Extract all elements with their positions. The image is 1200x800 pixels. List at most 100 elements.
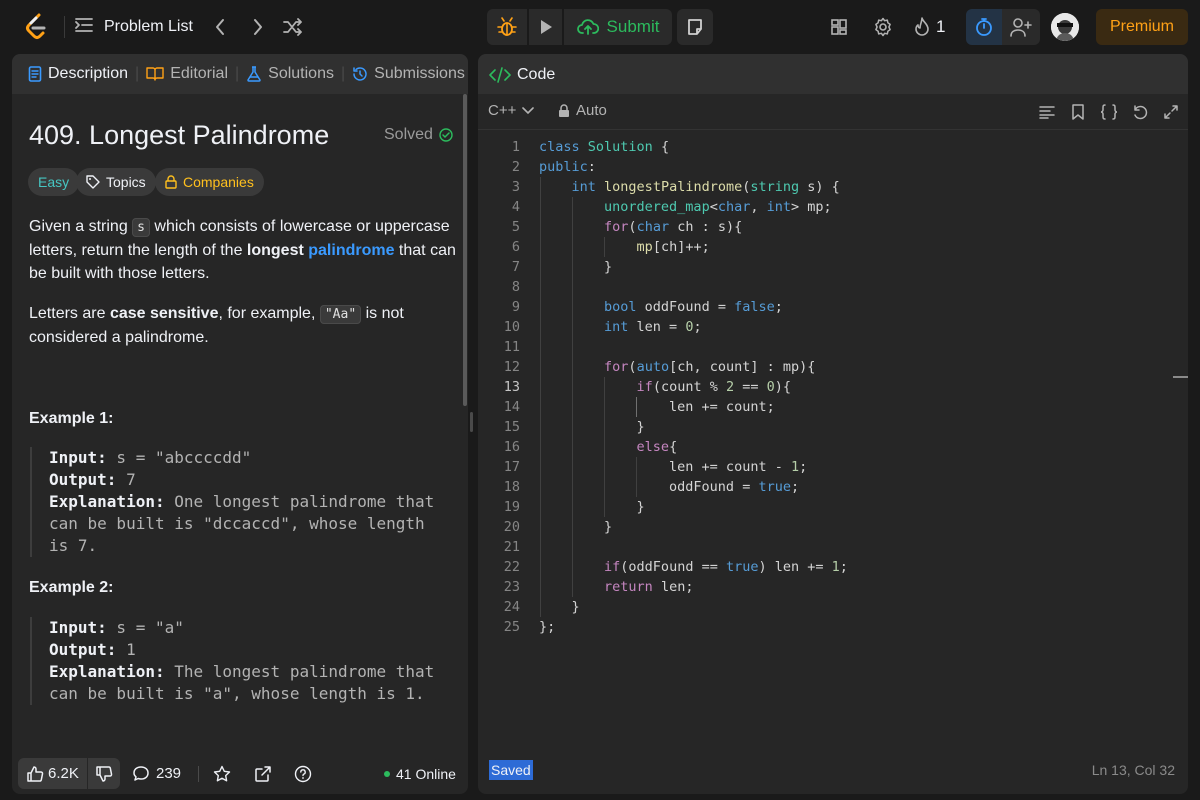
companies-button[interactable]: Companies — [155, 168, 264, 196]
next-problem-button[interactable] — [246, 14, 270, 40]
reset-button[interactable] — [1129, 101, 1151, 123]
line-number: 7 — [511, 259, 520, 275]
share-button[interactable] — [254, 758, 272, 789]
description-panel: Description | Editorial | Solutions | Su… — [12, 54, 468, 794]
description-tabs: Description | Editorial | Solutions | Su… — [12, 54, 468, 94]
code-token: 2 — [725, 379, 735, 395]
thumbs-up-icon — [27, 765, 44, 782]
shuffle-button[interactable] — [280, 14, 306, 40]
code-editor[interactable]: 1 class Solution {2 public: 3 int longestPa… — [478, 137, 1188, 637]
streak-counter[interactable]: 1 — [914, 14, 945, 40]
code-text: unordered_map<char, int> mp; — [539, 197, 832, 217]
code-line[interactable]: 7 } — [478, 257, 1188, 277]
output-value: 7 — [116, 470, 136, 489]
code-line[interactable]: 18 oddFound = true; — [478, 477, 1188, 497]
layout-grid-icon — [831, 19, 847, 35]
code-line[interactable]: 3 int longestPalindrome(string s) { — [478, 177, 1188, 197]
code-line[interactable]: 11 — [478, 337, 1188, 357]
code-line[interactable]: 23 return len; — [478, 577, 1188, 597]
submit-button[interactable]: Submit — [564, 9, 672, 45]
premium-button[interactable]: Premium — [1096, 9, 1188, 45]
problem-list-button[interactable]: Problem List — [74, 14, 193, 40]
prev-problem-button[interactable] — [208, 14, 232, 40]
code-token: longestPalindrome — [604, 179, 743, 195]
example-heading: Example 1: — [29, 410, 114, 427]
line-number: 24 — [503, 599, 520, 615]
line-number: 9 — [511, 299, 520, 315]
layout-button[interactable] — [826, 14, 852, 40]
code-token: if — [604, 559, 621, 575]
code-text: } — [539, 517, 612, 537]
like-button[interactable]: 6.2K — [18, 758, 87, 789]
leetcode-logo[interactable] — [22, 12, 52, 42]
code-line[interactable]: 16 else{ — [478, 437, 1188, 457]
help-circle-icon — [294, 765, 312, 782]
language-select[interactable]: C++ — [488, 102, 535, 119]
comment-icon — [133, 765, 149, 781]
code-token: s) { — [799, 179, 840, 195]
description-scrollbar[interactable] — [463, 94, 467, 406]
code-line[interactable]: 13 if(count % 2 == 0){ — [478, 377, 1188, 397]
notes-button[interactable] — [677, 9, 713, 45]
favorite-button[interactable] — [213, 758, 231, 789]
settings-button[interactable] — [870, 14, 896, 40]
explanation-label: Explanation: — [49, 492, 165, 511]
line-number: 5 — [511, 219, 520, 235]
code-token: len += count - — [539, 459, 791, 475]
code-token: > mp; — [791, 199, 832, 215]
code-line[interactable]: 15 } — [478, 417, 1188, 437]
code-token: len; — [652, 579, 694, 595]
code-token: } — [539, 419, 645, 435]
topics-button[interactable]: Topics — [76, 168, 156, 196]
code-line[interactable]: 17 len += count - 1; — [478, 457, 1188, 477]
auto-mode[interactable]: Auto — [558, 102, 607, 119]
code-text: if(count % 2 == 0){ — [539, 377, 791, 397]
dislike-button[interactable] — [88, 758, 120, 789]
avatar[interactable] — [1051, 13, 1079, 41]
code-line[interactable]: 20 } — [478, 517, 1188, 537]
format-button[interactable] — [1036, 101, 1058, 123]
code-line[interactable]: 24 } — [478, 597, 1188, 617]
code-line[interactable]: 25}; — [478, 617, 1188, 637]
help-button[interactable] — [294, 758, 312, 789]
code-line[interactable]: 6 mp[ch]++; — [478, 237, 1188, 257]
run-button[interactable] — [529, 9, 562, 45]
code-line[interactable]: 4 unordered_map<char, int> mp; — [478, 197, 1188, 217]
code-text: if(oddFound == true) len += 1; — [539, 557, 848, 577]
tab-editorial[interactable]: Editorial — [146, 65, 228, 83]
code-line[interactable]: 9 bool oddFound = false; — [478, 297, 1188, 317]
timer-button[interactable] — [966, 9, 1002, 45]
code-line[interactable]: 21 — [478, 537, 1188, 557]
code-line[interactable]: 8 — [478, 277, 1188, 297]
tab-solutions[interactable]: Solutions — [246, 65, 334, 83]
invite-button[interactable] — [1002, 9, 1040, 45]
code-tab[interactable]: Code — [489, 66, 555, 84]
line-number: 12 — [503, 359, 520, 375]
problem-title: 409. Longest Palindrome — [29, 120, 330, 150]
code-line[interactable]: 1 class Solution { — [478, 137, 1188, 157]
code-line[interactable]: 12 for(auto[ch, count] : mp){ — [478, 357, 1188, 377]
code-line[interactable]: 19 } — [478, 497, 1188, 517]
bookmark-button[interactable] — [1067, 101, 1089, 123]
editor-toolbar: C++ Auto — [478, 94, 1188, 130]
code-line[interactable]: 10 int len = 0; — [478, 317, 1188, 337]
code-token: (count % — [652, 379, 726, 395]
tab-submissions[interactable]: Submissions — [352, 65, 465, 83]
cursor-ruler-mark — [1173, 376, 1188, 378]
code-line[interactable]: 5 for(char ch : s){ — [478, 217, 1188, 237]
code-line[interactable]: 2 public: — [478, 157, 1188, 177]
panel-resize-handle[interactable] — [470, 412, 473, 432]
code-token: oddFound = — [539, 479, 759, 495]
tab-description[interactable]: Description — [28, 65, 128, 83]
fullscreen-button[interactable] — [1160, 101, 1182, 123]
comments-button[interactable]: 239 — [132, 758, 181, 789]
debug-button[interactable] — [487, 9, 527, 45]
code-line[interactable]: 14 len += count; — [478, 397, 1188, 417]
code-line[interactable]: 22 if(oddFound == true) len += 1; — [478, 557, 1188, 577]
palindrome-link[interactable]: palindrome — [308, 242, 394, 259]
braces-button[interactable] — [1098, 101, 1120, 123]
